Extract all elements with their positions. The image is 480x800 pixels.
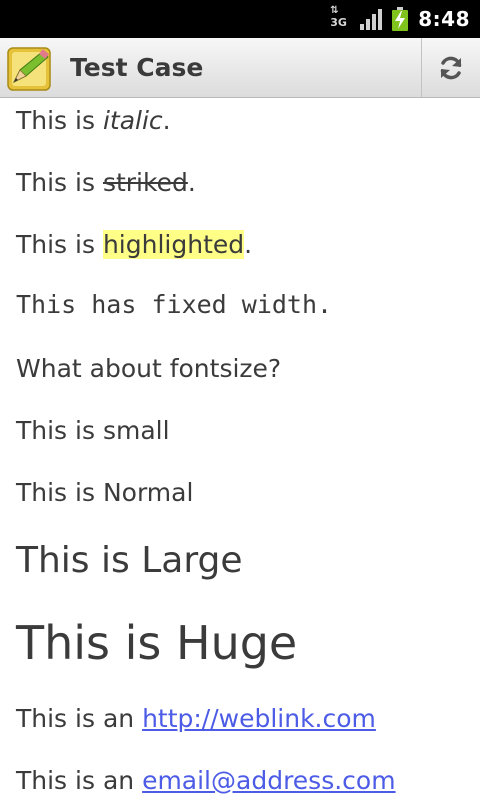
email-link[interactable]: email@address.com: [142, 766, 396, 795]
status-icons: ⇅ 3G 8:48: [328, 0, 470, 38]
striked-prefix: This is: [16, 168, 103, 197]
notepad-pencil-icon[interactable]: [6, 44, 54, 92]
fixed-width-line: This has fixed width.: [16, 290, 333, 319]
highlighted-text: highlighted: [102, 230, 245, 259]
large-line: This is Large: [16, 540, 243, 581]
app-title: Test Case: [70, 53, 204, 82]
italic-suffix: .: [162, 106, 171, 135]
battery-charging-icon: [392, 7, 409, 31]
email-prefix: This is an: [16, 766, 143, 795]
status-clock: 8:48: [418, 7, 470, 31]
italic-line: This is italic.: [16, 106, 171, 135]
refresh-button[interactable]: [421, 38, 480, 97]
email-line: This is an email@address.com: [16, 766, 396, 795]
weblink-prefix: This is an: [16, 704, 143, 733]
striked-suffix: .: [187, 168, 196, 197]
network-activity-icon: ⇅: [330, 5, 339, 16]
striked-text: striked: [102, 168, 188, 197]
network-3g-icon: ⇅ 3G: [328, 6, 350, 32]
signal-strength-icon: [360, 8, 383, 30]
italic-text: italic: [102, 106, 163, 135]
network-type-label: 3G: [330, 16, 347, 29]
normal-line: This is Normal: [16, 478, 194, 507]
highlighted-suffix: .: [244, 230, 253, 259]
highlighted-prefix: This is: [16, 230, 103, 259]
weblink-line: This is an http://weblink.com: [16, 704, 376, 733]
action-bar: Test Case: [0, 38, 480, 98]
huge-line: This is Huge: [16, 616, 298, 670]
striked-line: This is striked.: [16, 168, 196, 197]
highlighted-line: This is highlighted.: [16, 230, 252, 259]
small-line: This is small: [16, 416, 170, 445]
italic-prefix: This is: [16, 106, 103, 135]
refresh-icon: [440, 56, 462, 79]
fontsize-question-line: What about fontsize?: [16, 354, 282, 383]
weblink-link[interactable]: http://weblink.com: [142, 704, 376, 733]
status-bar: ⇅ 3G 8:48: [0, 0, 480, 38]
